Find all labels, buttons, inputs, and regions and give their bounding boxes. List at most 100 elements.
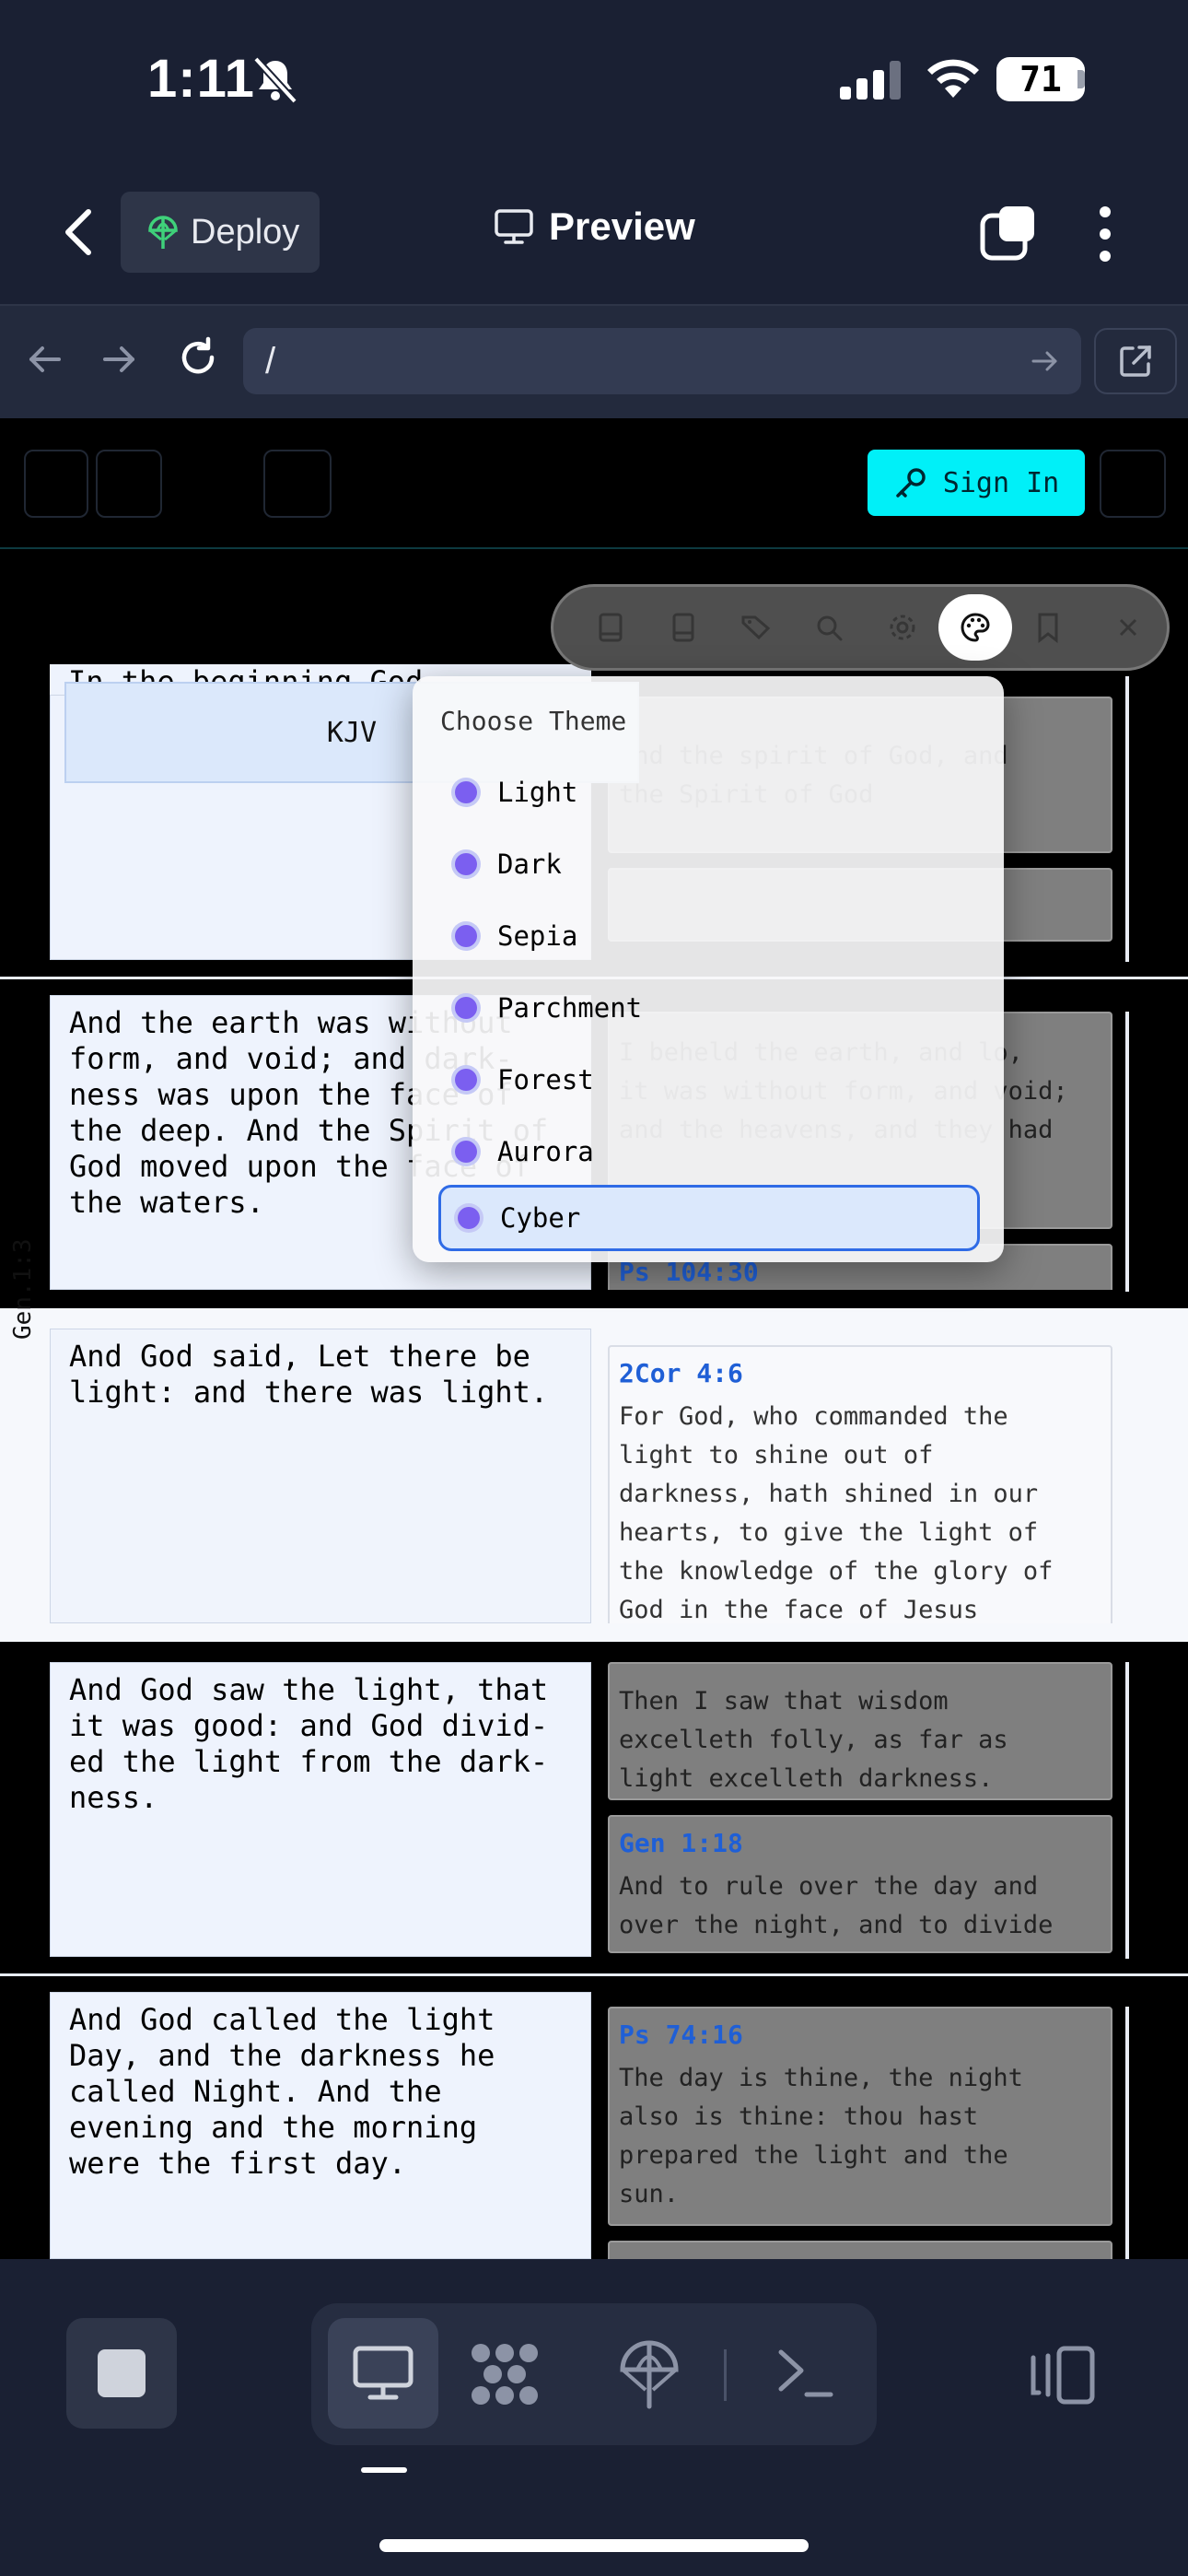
scroll-rail <box>1125 1012 1129 1292</box>
deploy-button[interactable]: Deploy <box>121 192 320 273</box>
reader-toolbar <box>551 584 1170 671</box>
cross-references: Ps 74:16 The day is thine, the night als… <box>608 2007 1112 2259</box>
deploy-label: Deploy <box>191 212 300 252</box>
bell-slash-icon <box>253 56 297 104</box>
devices-button[interactable] <box>1030 2345 1096 2410</box>
close-icon[interactable] <box>1111 594 1147 661</box>
nav-placeholder-button[interactable] <box>1100 450 1166 518</box>
browser-back-button[interactable] <box>26 341 63 382</box>
arrow-right-icon <box>1031 351 1057 371</box>
theme-option-cyber[interactable]: Cyber <box>438 1185 980 1251</box>
nav-placeholder-button[interactable] <box>24 450 88 518</box>
ref-id[interactable]: Ps 74:16 <box>619 2020 1101 2050</box>
battery-indicator: 71 <box>996 57 1085 101</box>
ref-text: For God, who commanded the light to shin… <box>619 1402 1054 1623</box>
toolbar-divider <box>724 2349 727 2401</box>
verse-text: And God said, Let there be light: and th… <box>50 1329 591 1623</box>
tabs-button[interactable] <box>979 205 1036 262</box>
monitor-icon <box>495 209 533 244</box>
stop-icon <box>98 2349 146 2397</box>
theme-option-label: Parchment <box>497 992 643 1024</box>
battery-tip <box>1077 70 1085 88</box>
cellular-signal-icon <box>840 61 901 104</box>
book-open-icon[interactable] <box>646 594 719 661</box>
home-indicator <box>379 2539 809 2552</box>
theme-menu: Choose Theme Light Dark Sepia Parchment … <box>413 676 1004 1262</box>
back-button[interactable] <box>53 205 105 260</box>
arrow-right-icon <box>103 346 134 372</box>
extensions-button[interactable] <box>468 2340 542 2413</box>
extensions-icon <box>472 2344 538 2405</box>
url-input[interactable]: / <box>243 328 1081 394</box>
ref-card[interactable]: Gen 1:18 And to rule over the day and ov… <box>608 1815 1112 1953</box>
arrow-left-icon <box>29 346 61 372</box>
theme-option-label: Cyber <box>500 1202 581 1234</box>
ref-card[interactable] <box>608 2241 1112 2259</box>
ref-id[interactable]: Gen 1:18 <box>619 1828 1101 1858</box>
browser-forward-button[interactable] <box>101 341 138 382</box>
theme-dot <box>455 997 477 1019</box>
ref-text: And to rule over the day and over the ni… <box>619 1872 1054 1939</box>
theme-option-aurora[interactable]: Aurora <box>438 1118 980 1185</box>
theme-option-light[interactable]: Light <box>438 759 980 825</box>
ref-card[interactable]: 2Cor 4:6 For God, who commanded the ligh… <box>608 1345 1112 1623</box>
preview-tab-button[interactable] <box>328 2318 438 2429</box>
theme-option-label: Light <box>497 777 578 808</box>
theme-option-label: Sepia <box>497 920 578 952</box>
theme-option-label: Dark <box>497 849 562 880</box>
verse-reference-label: Gen.1:3 <box>9 1238 37 1340</box>
theme-option-label: Aurora <box>497 1136 594 1167</box>
site-nav-divider <box>0 547 1188 549</box>
deploy-tab-button[interactable] <box>617 2338 681 2415</box>
more-menu-button[interactable] <box>1096 205 1114 263</box>
theme-menu-title: Choose Theme <box>440 706 627 736</box>
theme-dot <box>455 1141 477 1163</box>
terminal-icon <box>778 2349 833 2397</box>
search-icon[interactable] <box>793 594 866 661</box>
theme-dot <box>455 781 477 803</box>
theme-dot <box>455 1069 477 1091</box>
ref-card[interactable]: Ps 74:16 The day is thine, the night als… <box>608 2007 1112 2226</box>
theme-option-label: Forest <box>497 1064 594 1095</box>
url-go-button[interactable] <box>1030 345 1061 381</box>
key-icon <box>896 468 926 498</box>
row-divider <box>0 1973 1188 1976</box>
theme-option-dark[interactable]: Dark <box>438 831 980 897</box>
theme-option-parchment[interactable]: Parchment <box>438 975 980 1041</box>
monitor-icon <box>353 2346 413 2400</box>
open-external-button[interactable] <box>1094 328 1177 394</box>
theme-dot <box>458 1207 480 1229</box>
verse-text: And God called the light Day, and the da… <box>50 1992 591 2259</box>
theme-option-sepia[interactable]: Sepia <box>438 903 980 969</box>
tags-icon[interactable] <box>720 594 793 661</box>
active-tab-indicator <box>361 2467 407 2473</box>
reload-button[interactable] <box>177 336 219 383</box>
reload-icon <box>181 336 215 374</box>
sign-in-button[interactable]: Sign In <box>868 450 1085 516</box>
ref-text: The day is thine, the night also is thin… <box>619 2064 1023 2208</box>
stop-button[interactable] <box>66 2318 177 2429</box>
theme-dot <box>455 853 477 875</box>
terminal-button[interactable] <box>775 2345 834 2406</box>
nav-placeholder-button[interactable] <box>263 450 332 518</box>
sign-in-label: Sign In <box>942 466 1060 499</box>
tabs-icon <box>980 206 1034 261</box>
devices-icon <box>1031 2346 1095 2405</box>
ref-text: Then I saw that wisdom excelleth folly, … <box>619 1687 1008 1793</box>
cross-references: 2Cor 4:6 For God, who commanded the ligh… <box>608 1345 1112 1623</box>
external-link-icon <box>1120 345 1151 377</box>
ref-card[interactable]: Then I saw that wisdom excelleth folly, … <box>608 1662 1112 1800</box>
scroll-rail <box>1125 2007 1129 2259</box>
theme-option-forest[interactable]: Forest <box>438 1047 980 1113</box>
gear-icon[interactable] <box>866 594 938 661</box>
palette-icon[interactable] <box>938 594 1012 661</box>
scroll-rail <box>1125 1662 1129 1959</box>
ref-id[interactable]: 2Cor 4:6 <box>619 1358 1101 1388</box>
nav-placeholder-button[interactable] <box>96 450 162 518</box>
cross-references: Then I saw that wisdom excelleth folly, … <box>608 1662 1112 1957</box>
more-vertical-icon <box>1100 206 1111 262</box>
web-preview[interactable]: Sign In In the beginning God and the spi… <box>0 418 1188 2259</box>
deploy-icon <box>148 216 178 249</box>
book-icon[interactable] <box>574 594 646 661</box>
bookmark-icon[interactable] <box>1012 594 1085 661</box>
